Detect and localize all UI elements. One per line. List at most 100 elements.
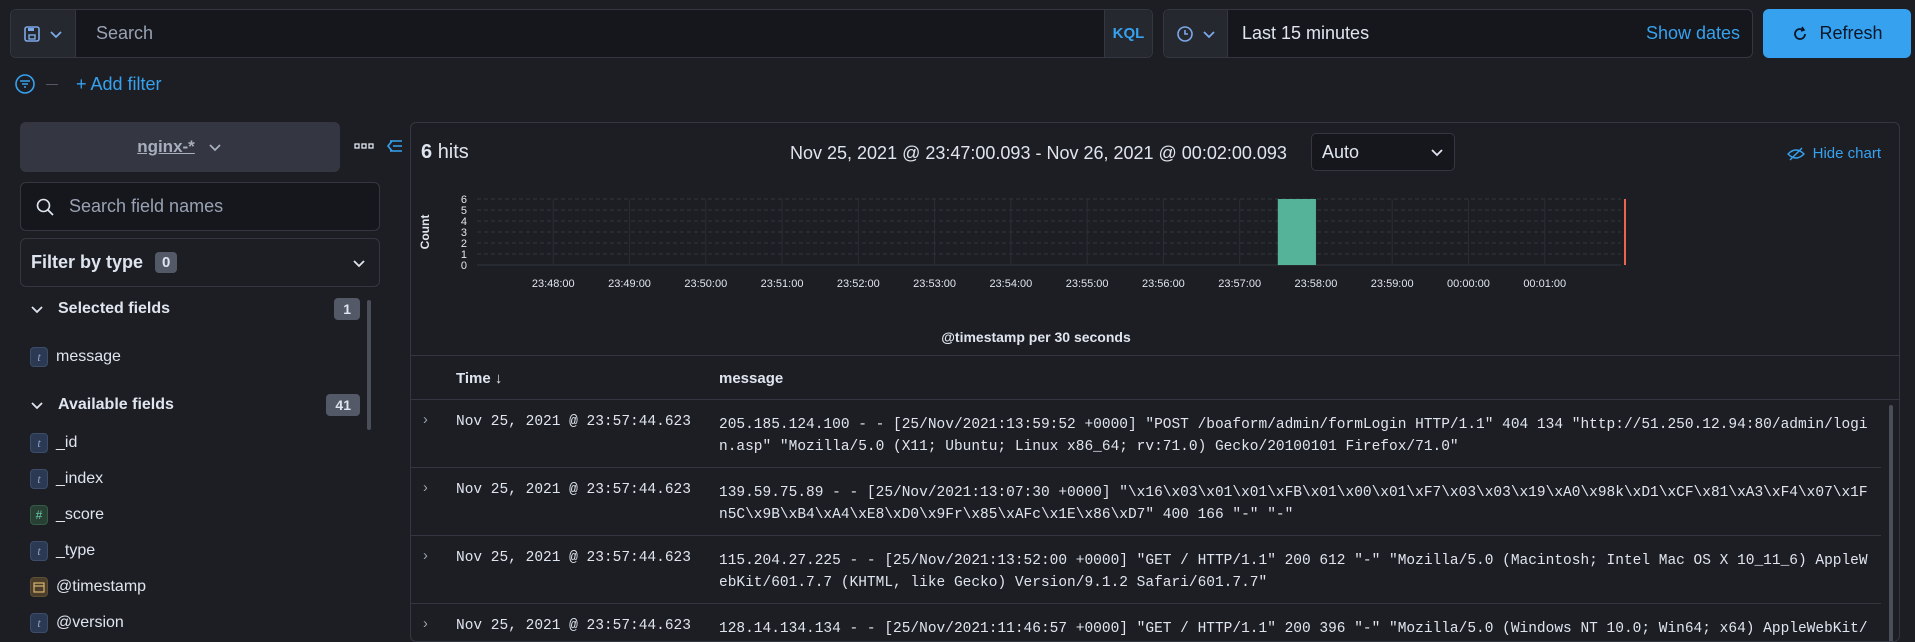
table-row[interactable]: › Nov 25, 2021 @ 23:57:44.623 205.185.12… [411,400,1881,468]
sidebar-scrollbar[interactable] [367,300,371,430]
chevron-down-icon [50,30,62,38]
save-icon [24,25,40,42]
table-row[interactable]: › Nov 25, 2021 @ 23:57:44.623 128.14.134… [411,604,1881,641]
document-table-header: Time ↓ message [411,355,1899,400]
field-item-version[interactable]: t @version [30,608,124,638]
hits-count: 6 [421,141,433,163]
hide-chart-button[interactable]: Hide chart [1786,145,1881,162]
field-name: _type [56,542,96,559]
x-tick-label: 23:51:00 [761,278,804,290]
field-item-type[interactable]: t _type [30,536,95,566]
x-tick-label: 23:54:00 [989,278,1032,290]
time-range-label[interactable]: Last 15 minutes [1228,23,1646,44]
index-pattern-selector[interactable]: nginx-* [20,122,340,172]
field-item-score[interactable]: # _score [30,500,104,530]
x-tick-label: 23:59:00 [1371,278,1414,290]
clock-icon [1176,25,1193,42]
x-tick-label: 00:01:00 [1523,278,1566,290]
available-count-badge: 41 [326,394,360,416]
row-time: Nov 25, 2021 @ 23:57:44.623 [456,482,691,498]
field-sidebar: nginx-* Search field names Filter by typ… [20,122,402,642]
column-header-message[interactable]: message [719,370,783,387]
column-header-time[interactable]: Time ↓ [456,370,502,387]
y-axis-title: Count [418,215,432,250]
time-picker: Last 15 minutes Show dates [1163,9,1753,58]
filter-divider [46,83,58,85]
filter-count-badge: 0 [155,252,178,273]
chart-x-axis-title: @timestamp per 30 seconds [941,329,1131,345]
row-message: 128.14.134.134 - - [25/Nov/2021:11:46:57… [719,621,1868,637]
refresh-button[interactable]: Refresh [1763,9,1911,58]
string-type-icon: t [30,541,48,561]
available-fields-toggle[interactable]: Available fields 41 [20,390,360,420]
number-type-icon: # [30,505,48,525]
field-name: @timestamp [56,578,147,595]
field-search-input[interactable]: Search field names [20,182,380,231]
eye-closed-icon [1786,147,1805,160]
x-tick-label: 23:48:00 [532,278,575,290]
add-filter-button[interactable]: + Add filter [76,74,162,95]
expand-row-icon[interactable]: › [423,616,428,632]
field-item-message[interactable]: t message [30,342,121,372]
selected-fields-toggle[interactable]: Selected fields 1 [20,294,360,324]
quick-select-button[interactable] [1164,10,1228,57]
index-actions [354,136,404,156]
x-tick-label: 23:56:00 [1142,278,1185,290]
table-row[interactable]: › Nov 25, 2021 @ 23:57:44.623 139.59.75.… [411,468,1881,536]
query-bar: Search KQL [10,9,1153,58]
index-pattern-label: nginx-* [137,137,195,156]
discover-main-panel: 6 hits Nov 25, 2021 @ 23:47:00.093 - Nov… [410,122,1900,642]
field-name: _score [56,506,105,523]
field-search-placeholder: Search field names [69,196,224,216]
filter-by-type-label: Filter by type [31,252,144,272]
x-tick-label: 23:58:00 [1295,278,1338,290]
row-message: 115.204.27.225 - - [25/Nov/2021:13:52:00… [719,553,1868,591]
refresh-icon [1794,26,1807,40]
x-tick-label: 23:53:00 [913,278,956,290]
hits-counter: 6 hits [421,141,469,164]
hide-chart-label: Hide chart [1812,145,1881,162]
expand-row-icon[interactable]: › [423,548,428,564]
x-tick-label: 00:00:00 [1447,278,1490,290]
y-tick-label: 0 [461,260,467,272]
chevron-down-icon [209,144,221,152]
expand-row-icon[interactable]: › [423,412,428,428]
collapse-sidebar-icon[interactable] [384,136,404,156]
search-icon [36,198,54,216]
histogram-chart: Count654321023:48:00 23:49:00 23:50:00 23:5… [418,194,1626,290]
table-row[interactable]: › Nov 25, 2021 @ 23:57:44.623 115.204.27… [411,536,1881,604]
row-time: Nov 25, 2021 @ 23:57:44.623 [456,414,691,430]
field-item-timestamp[interactable]: @timestamp [30,572,146,602]
field-name: _index [56,470,104,487]
date-type-icon [30,577,48,597]
row-time: Nov 25, 2021 @ 23:57:44.623 [456,550,691,566]
chevron-down-icon [1431,149,1443,157]
chevron-down-icon [353,259,365,267]
chevron-down-icon [1202,30,1215,38]
expand-row-icon[interactable]: › [423,480,428,496]
field-item-index[interactable]: t _index [30,464,103,494]
interval-select[interactable]: Auto [1311,133,1455,171]
chevron-down-icon [31,402,43,410]
more-options-icon[interactable] [354,136,374,156]
kql-toggle-button[interactable]: KQL [1104,10,1152,57]
field-name: @version [56,614,124,631]
x-tick-label: 23:49:00 [608,278,651,290]
string-type-icon: t [30,433,48,453]
histogram-bar [1277,199,1316,265]
table-scrollbar[interactable] [1889,405,1893,641]
chevron-down-icon [31,306,43,314]
filter-options-icon[interactable] [14,73,36,95]
field-name: _id [56,434,78,451]
x-tick-label: 23:57:00 [1218,278,1261,290]
x-tick-label: 23:52:00 [837,278,880,290]
search-input[interactable]: Search [76,23,1104,44]
refresh-label: Refresh [1819,23,1883,43]
field-item-id[interactable]: t _id [30,428,77,458]
show-dates-link[interactable]: Show dates [1646,23,1752,44]
string-type-icon: t [30,469,48,489]
saved-query-button[interactable] [11,10,76,57]
string-type-icon: t [30,613,48,633]
hits-label: hits [437,141,469,163]
filter-by-type-button[interactable]: Filter by type 0 [20,238,380,287]
